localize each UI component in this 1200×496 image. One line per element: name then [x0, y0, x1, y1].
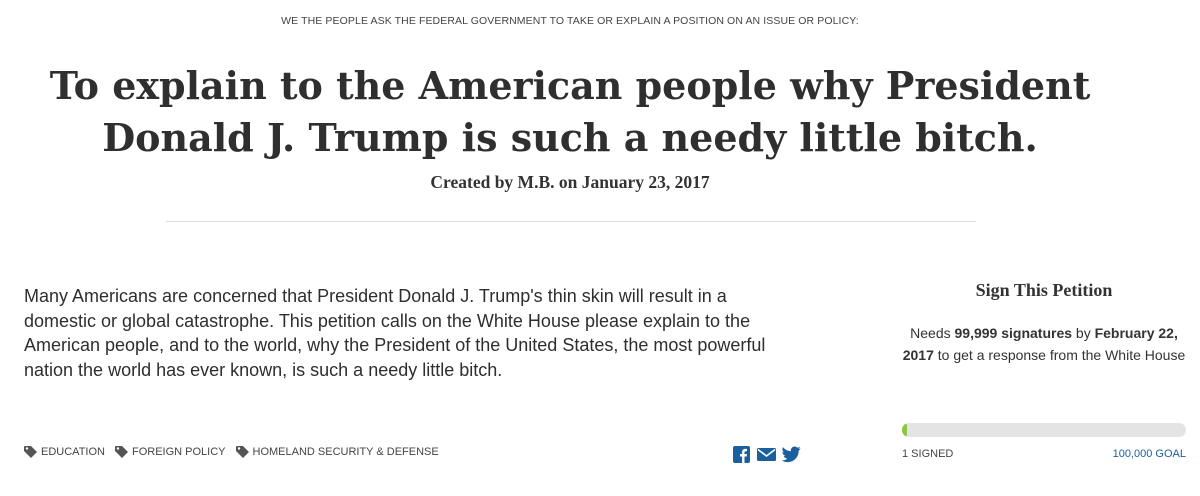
- twitter-icon[interactable]: [782, 446, 801, 463]
- signature-progress-bar: [902, 423, 1186, 437]
- petition-title: To explain to the American people why Pr…: [49, 63, 1091, 160]
- petition-body: Many Americans are concerned that Presid…: [24, 286, 766, 380]
- tag-icon: [235, 446, 249, 458]
- signature-goal: 100,000 GOAL: [1112, 448, 1186, 460]
- needs-suffix: to get a response from the White House: [933, 347, 1186, 363]
- sign-petition-heading: Sign This Petition: [975, 280, 1113, 300]
- tag-education[interactable]: EDUCATION: [24, 446, 105, 458]
- tag-foreign-policy[interactable]: FOREIGN POLICY: [114, 446, 226, 458]
- signature-progress-fill: [902, 423, 907, 437]
- tag-homeland-security[interactable]: HOMELAND SECURITY & DEFENSE: [235, 446, 439, 458]
- facebook-icon[interactable]: [732, 446, 751, 463]
- signed-count: 1 SIGNED: [902, 448, 954, 460]
- tag-icon: [114, 446, 128, 458]
- signature-requirement: Needs 99,999 signatures by February 22, …: [900, 322, 1188, 366]
- tag-icon: [24, 446, 37, 458]
- tag-label: EDUCATION: [41, 446, 105, 458]
- needs-mid: by: [1072, 325, 1095, 341]
- needs-prefix: Needs: [910, 325, 955, 341]
- needs-count: 99,999 signatures: [954, 325, 1073, 341]
- tag-label: FOREIGN POLICY: [131, 446, 226, 458]
- divider: [166, 221, 976, 222]
- petition-kicker: WE THE PEOPLE ASK THE FEDERAL GOVERNMENT…: [281, 15, 859, 27]
- petition-byline: Created by M.B. on January 23, 2017: [430, 172, 710, 192]
- email-icon[interactable]: [757, 446, 776, 463]
- tag-label: HOMELAND SECURITY & DEFENSE: [252, 446, 439, 458]
- share-buttons: [732, 446, 801, 463]
- issue-tags: EDUCATION FOREIGN POLICY HOMELAND SECURI…: [24, 446, 439, 458]
